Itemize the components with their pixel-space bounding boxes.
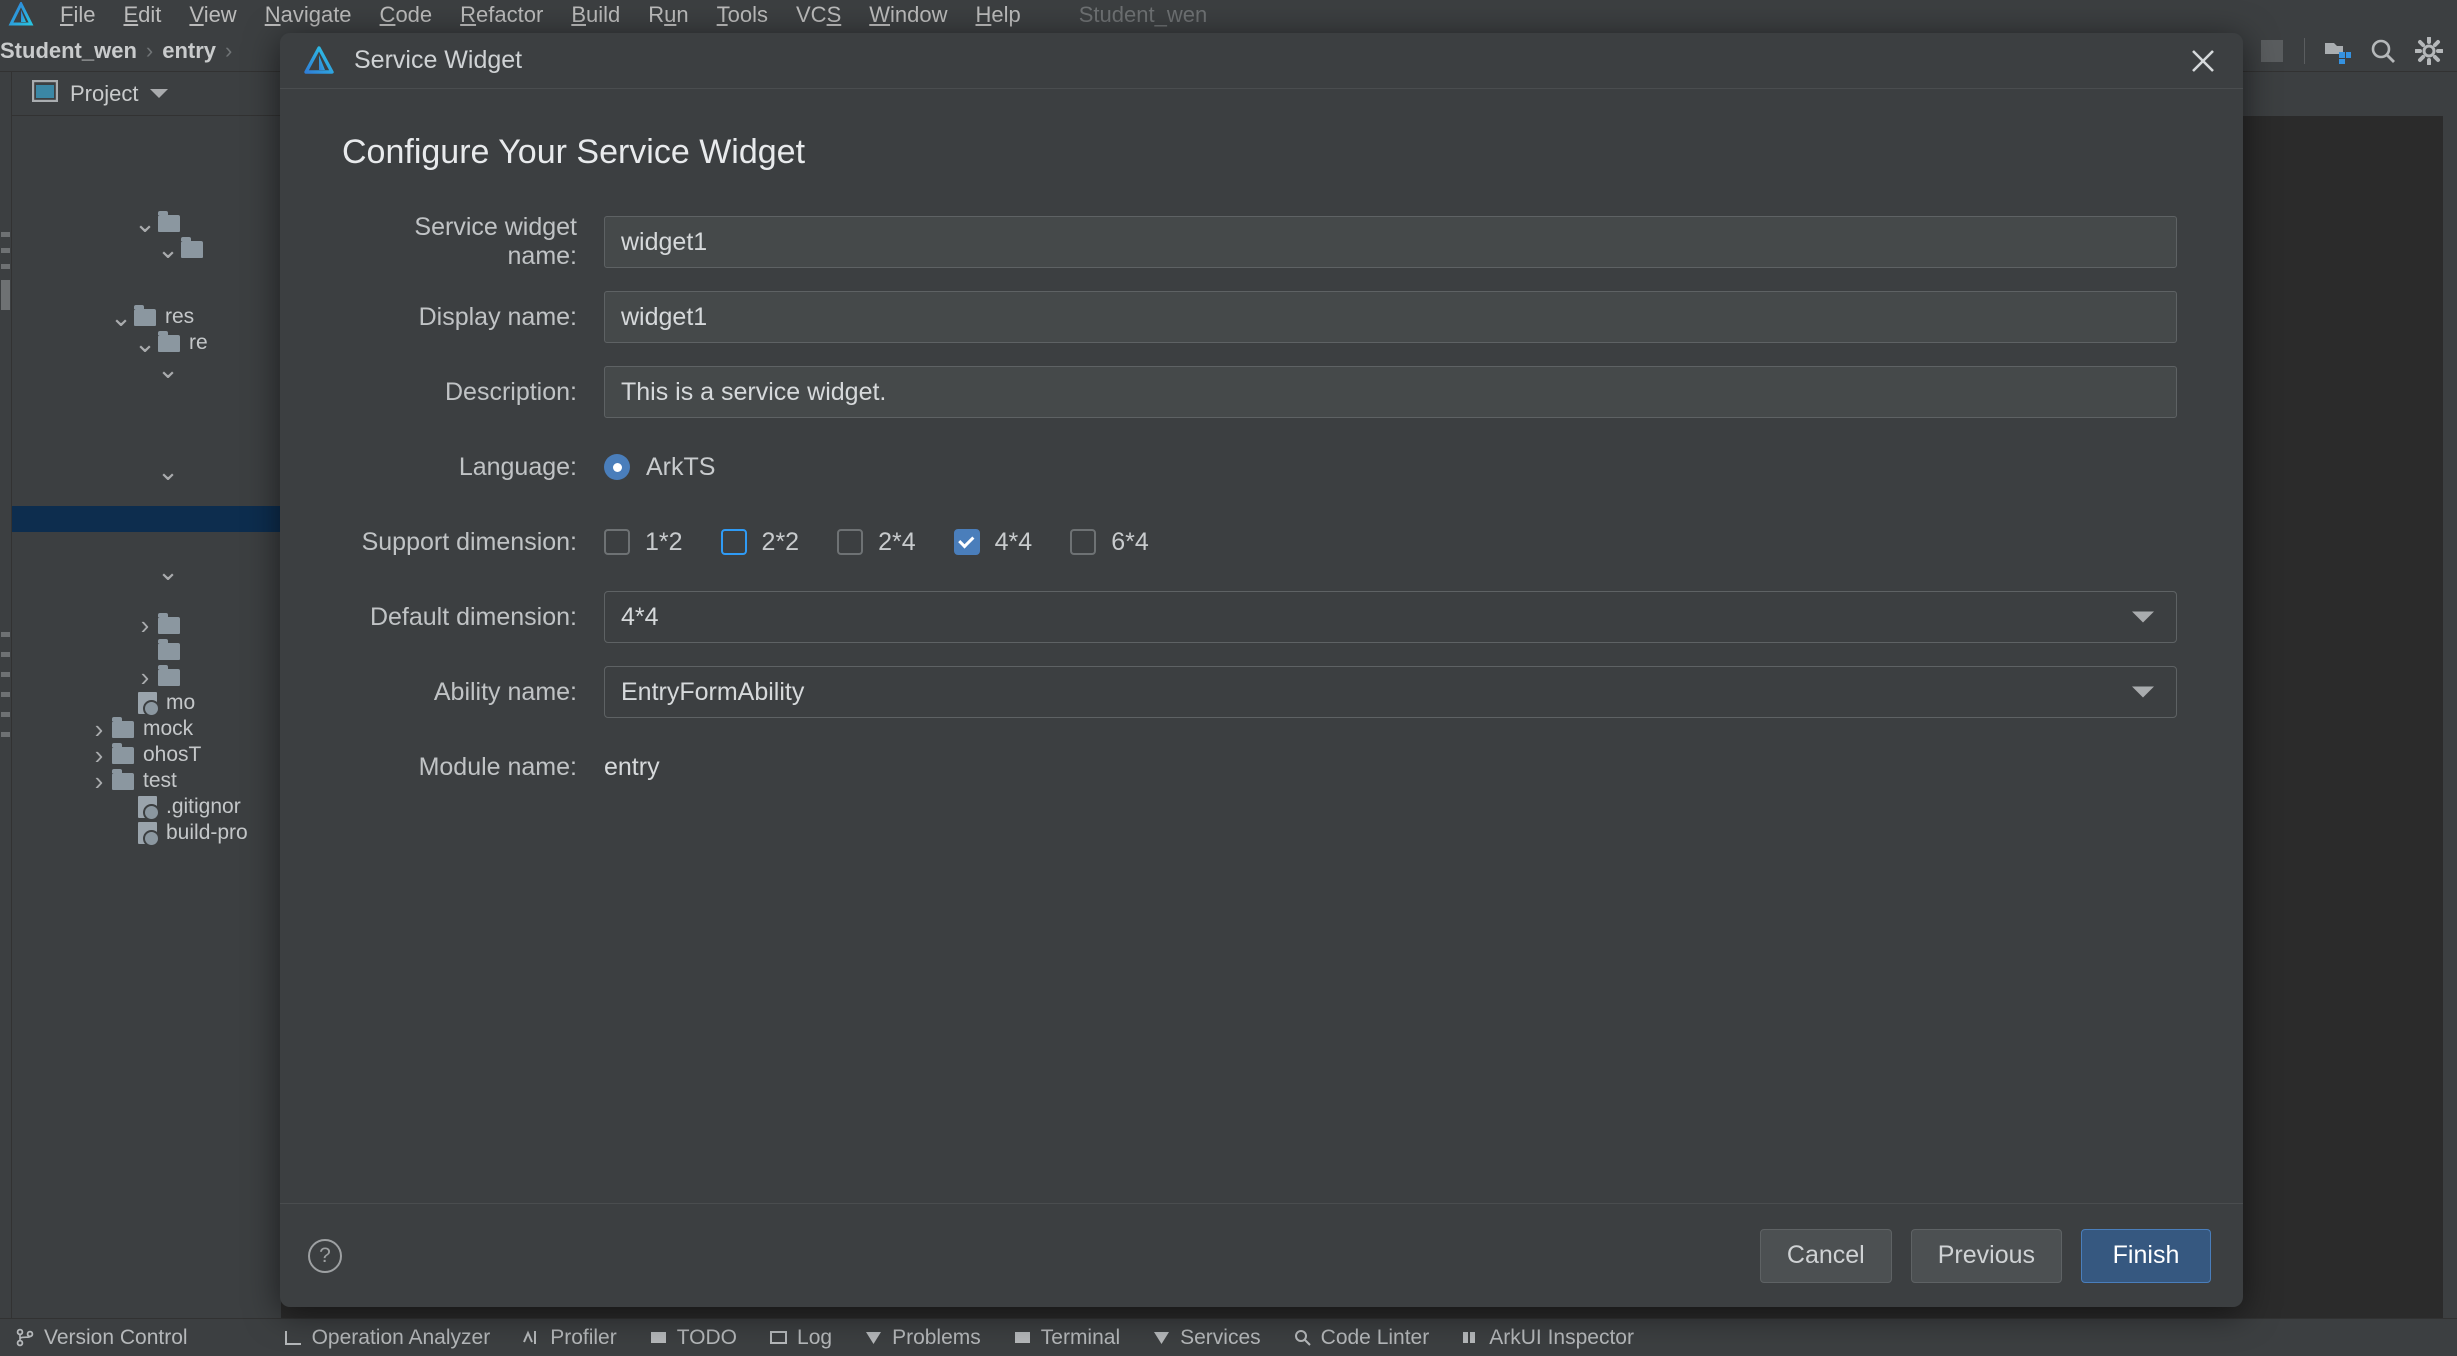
label-language: Language:	[458, 452, 577, 481]
checkbox-box-2x4[interactable]	[837, 529, 864, 555]
dialog-body: Configure Your Service Widget Service wi…	[280, 89, 2243, 1203]
form-row-default-dimension: Default dimension: 4*4	[280, 591, 2243, 643]
label-service-widget-name: Service widget name:	[414, 213, 577, 270]
label-ability-name: Ability name:	[433, 677, 577, 706]
form-row-display-name: Display name: widget1	[280, 291, 2243, 343]
support-dimension-checkbox-group: 1*2 2*2 2*4 4*4 6*4	[604, 528, 1187, 557]
checkbox-box-6x4[interactable]	[1070, 529, 1097, 555]
ability-name-dropdown[interactable]: EntryFormAbility	[604, 666, 2177, 718]
form-row-ability-name: Ability name: EntryFormAbility	[280, 666, 2243, 718]
checkbox-label-2x2: 2*2	[761, 527, 800, 556]
service-widget-dialog: Service Widget Configure Your Service Wi…	[280, 33, 2243, 1307]
chevron-down-icon[interactable]	[2132, 611, 2154, 623]
checkbox-item-2x4[interactable]: 2*4	[837, 528, 916, 557]
finish-button[interactable]: Finish	[2081, 1228, 2211, 1283]
dialog-title-bar: Service Widget	[280, 33, 2243, 89]
help-question-icon[interactable]: ?	[308, 1238, 342, 1273]
default-dimension-dropdown[interactable]: 4*4	[604, 591, 2177, 643]
checkbox-item-6x4[interactable]: 6*4	[1070, 528, 1149, 557]
checkbox-item-2x2[interactable]: 2*2	[720, 527, 800, 557]
label-module-name: Module name:	[418, 752, 577, 781]
checkbox-label-4x4: 4*4	[994, 527, 1033, 556]
label-default-dimension: Default dimension:	[369, 602, 577, 631]
dialog-title: Service Widget	[354, 46, 523, 74]
radio-label-arkts: ArkTS	[646, 452, 716, 481]
dialog-footer: ? Cancel Previous Finish	[280, 1203, 2243, 1307]
help-label: ?	[319, 1243, 331, 1267]
previous-button[interactable]: Previous	[1910, 1228, 2062, 1283]
form-row-description: Description: This is a service widget.	[280, 366, 2243, 418]
radio-dot	[612, 462, 622, 472]
checkbox-label-2x4: 2*4	[878, 527, 916, 556]
cancel-button[interactable]: Cancel	[1759, 1228, 1892, 1283]
service-widget-name-input[interactable]: widget1	[604, 216, 2177, 268]
label-description: Description:	[445, 377, 577, 406]
checkbox-label-1x2: 1*2	[645, 527, 683, 556]
checkbox-label-6x4: 6*4	[1111, 527, 1149, 556]
service-widget-logo-icon	[302, 44, 336, 78]
close-icon[interactable]	[2183, 41, 2223, 81]
form-row-language: Language: ArkTS	[280, 441, 2243, 493]
form-row-support-dimension: Support dimension: 1*2 2*2 2*4 4*4 6*4	[280, 516, 2243, 568]
label-support-dimension: Support dimension:	[361, 527, 577, 556]
default-dimension-value: 4*4	[621, 602, 659, 631]
description-input[interactable]: This is a service widget.	[604, 366, 2177, 418]
checkbox-box-4x4[interactable]	[953, 529, 980, 555]
checkbox-item-1x2[interactable]: 1*2	[604, 528, 683, 557]
radio-arkts[interactable]	[604, 454, 630, 480]
form-row-module-name: Module name: entry	[280, 741, 2243, 793]
page-title: Configure Your Service Widget	[342, 133, 806, 171]
display-name-input[interactable]: widget1	[604, 291, 2177, 343]
checkbox-box-1x2[interactable]	[604, 529, 630, 555]
language-radio-group[interactable]: ArkTS	[604, 453, 715, 482]
form-row-service-widget-name: Service widget name: widget1	[280, 213, 2243, 270]
modal-overlay: Service Widget Configure Your Service Wi…	[0, 0, 2457, 1356]
module-name-value: entry	[604, 752, 660, 781]
checkbox-box-2x2[interactable]	[720, 529, 747, 555]
checkbox-item-4x4[interactable]: 4*4	[953, 527, 1033, 557]
label-display-name: Display name:	[418, 302, 577, 331]
chevron-down-icon[interactable]	[2132, 686, 2154, 698]
ability-name-value: EntryFormAbility	[621, 677, 805, 706]
